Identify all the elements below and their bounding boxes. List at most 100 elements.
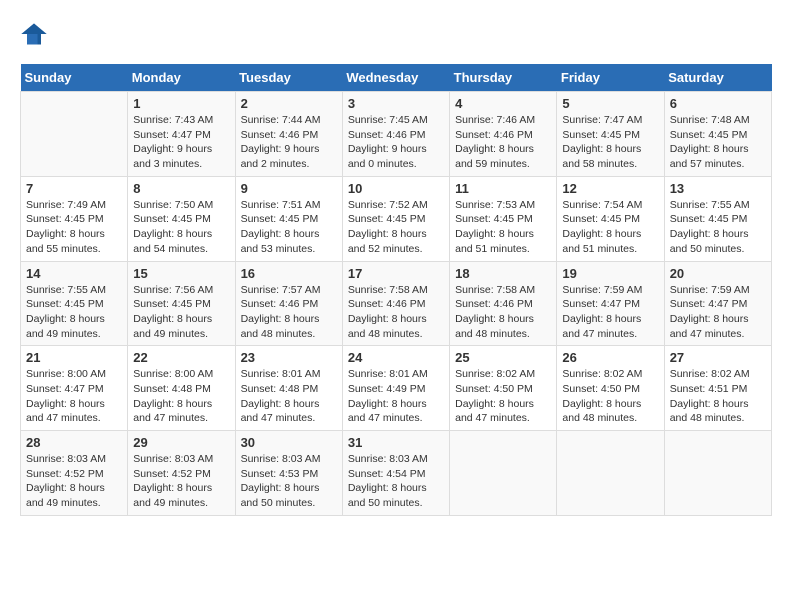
day-number: 10	[348, 181, 444, 196]
logo	[20, 20, 52, 48]
calendar-cell	[450, 431, 557, 516]
calendar-cell: 14Sunrise: 7:55 AM Sunset: 4:45 PM Dayli…	[21, 261, 128, 346]
day-number: 20	[670, 266, 766, 281]
calendar-cell: 10 Sunrise: 7:52 AM Sunset: 4:45 PM Dayli…	[342, 176, 449, 261]
calendar-cell: 25 Sunrise: 8:02 AM Sunset: 4:50 PM Dayli…	[450, 346, 557, 431]
calendar-cell: 4 Sunrise: 7:46 AM Sunset: 4:46 PM Daylig…	[450, 92, 557, 177]
day-number: 18	[455, 266, 551, 281]
day-info: Sunrise: 7:54 AM Sunset: 4:45 PM Dayligh…	[562, 198, 658, 257]
day-info: Sunrise: 7:59 AM Sunset: 4:47 PM Dayligh…	[562, 283, 658, 342]
calendar-cell: 28Sunrise: 8:03 AM Sunset: 4:52 PM Dayli…	[21, 431, 128, 516]
day-number: 6	[670, 96, 766, 111]
day-number: 26	[562, 350, 658, 365]
calendar-cell: 12 Sunrise: 7:54 AM Sunset: 4:45 PM Dayli…	[557, 176, 664, 261]
day-info: Sunrise: 7:56 AM Sunset: 4:45 PM Dayligh…	[133, 283, 229, 342]
day-info: Sunrise: 8:02 AM Sunset: 4:51 PM Dayligh…	[670, 367, 766, 426]
header-cell-thursday: Thursday	[450, 64, 557, 92]
day-info: Sunrise: 7:51 AM Sunset: 4:45 PM Dayligh…	[241, 198, 337, 257]
day-info: Sunrise: 8:00 AM Sunset: 4:48 PM Dayligh…	[133, 367, 229, 426]
day-number: 29	[133, 435, 229, 450]
day-info: Sunrise: 7:55 AM Sunset: 4:45 PM Dayligh…	[670, 198, 766, 257]
header-cell-monday: Monday	[128, 64, 235, 92]
calendar-cell: 26 Sunrise: 8:02 AM Sunset: 4:50 PM Dayli…	[557, 346, 664, 431]
header-cell-sunday: Sunday	[21, 64, 128, 92]
calendar-cell: 3 Sunrise: 7:45 AM Sunset: 4:46 PM Daylig…	[342, 92, 449, 177]
day-number: 7	[26, 181, 122, 196]
day-number: 4	[455, 96, 551, 111]
header-cell-saturday: Saturday	[664, 64, 771, 92]
calendar-cell: 6 Sunrise: 7:48 AM Sunset: 4:45 PM Daylig…	[664, 92, 771, 177]
day-info: Sunrise: 7:46 AM Sunset: 4:46 PM Dayligh…	[455, 113, 551, 172]
calendar-cell: 31 Sunrise: 8:03 AM Sunset: 4:54 PM Dayli…	[342, 431, 449, 516]
calendar-week-4: 21 Sunrise: 8:00 AM Sunset: 4:47 PM Dayli…	[21, 346, 772, 431]
calendar-cell: 15 Sunrise: 7:56 AM Sunset: 4:45 PM Dayli…	[128, 261, 235, 346]
calendar-cell: 30Sunrise: 8:03 AM Sunset: 4:53 PM Dayli…	[235, 431, 342, 516]
header-cell-tuesday: Tuesday	[235, 64, 342, 92]
calendar-cell: 27 Sunrise: 8:02 AM Sunset: 4:51 PM Dayli…	[664, 346, 771, 431]
day-number: 11	[455, 181, 551, 196]
day-number: 8	[133, 181, 229, 196]
calendar-cell: 5Sunrise: 7:47 AM Sunset: 4:45 PM Daylig…	[557, 92, 664, 177]
header-cell-friday: Friday	[557, 64, 664, 92]
calendar-cell: 19 Sunrise: 7:59 AM Sunset: 4:47 PM Dayli…	[557, 261, 664, 346]
day-info: Sunrise: 8:02 AM Sunset: 4:50 PM Dayligh…	[562, 367, 658, 426]
calendar-cell	[664, 431, 771, 516]
calendar-cell: 13 Sunrise: 7:55 AM Sunset: 4:45 PM Dayli…	[664, 176, 771, 261]
calendar-cell: 23 Sunrise: 8:01 AM Sunset: 4:48 PM Dayli…	[235, 346, 342, 431]
day-number: 27	[670, 350, 766, 365]
calendar-table: SundayMondayTuesdayWednesdayThursdayFrid…	[20, 64, 772, 516]
day-number: 15	[133, 266, 229, 281]
day-info: Sunrise: 8:02 AM Sunset: 4:50 PM Dayligh…	[455, 367, 551, 426]
day-info: Sunrise: 8:00 AM Sunset: 4:47 PM Dayligh…	[26, 367, 122, 426]
day-info: Sunrise: 7:48 AM Sunset: 4:45 PM Dayligh…	[670, 113, 766, 172]
day-number: 21	[26, 350, 122, 365]
day-number: 17	[348, 266, 444, 281]
day-number: 14	[26, 266, 122, 281]
day-info: Sunrise: 7:58 AM Sunset: 4:46 PM Dayligh…	[455, 283, 551, 342]
calendar-cell: 20 Sunrise: 7:59 AM Sunset: 4:47 PM Dayli…	[664, 261, 771, 346]
day-info: Sunrise: 7:57 AM Sunset: 4:46 PM Dayligh…	[241, 283, 337, 342]
day-number: 23	[241, 350, 337, 365]
day-info: Sunrise: 7:49 AM Sunset: 4:45 PM Dayligh…	[26, 198, 122, 257]
day-number: 25	[455, 350, 551, 365]
calendar-week-2: 7 Sunrise: 7:49 AM Sunset: 4:45 PM Daylig…	[21, 176, 772, 261]
day-number: 12	[562, 181, 658, 196]
calendar-cell: 11 Sunrise: 7:53 AM Sunset: 4:45 PM Dayli…	[450, 176, 557, 261]
day-info: Sunrise: 7:43 AM Sunset: 4:47 PM Dayligh…	[133, 113, 229, 172]
calendar-cell: 21 Sunrise: 8:00 AM Sunset: 4:47 PM Dayli…	[21, 346, 128, 431]
day-number: 24	[348, 350, 444, 365]
day-number: 19	[562, 266, 658, 281]
calendar-cell: 7 Sunrise: 7:49 AM Sunset: 4:45 PM Daylig…	[21, 176, 128, 261]
calendar-cell: 17 Sunrise: 7:58 AM Sunset: 4:46 PM Dayli…	[342, 261, 449, 346]
calendar-cell: 8 Sunrise: 7:50 AM Sunset: 4:45 PM Daylig…	[128, 176, 235, 261]
day-info: Sunrise: 8:01 AM Sunset: 4:49 PM Dayligh…	[348, 367, 444, 426]
day-info: Sunrise: 7:50 AM Sunset: 4:45 PM Dayligh…	[133, 198, 229, 257]
day-info: Sunrise: 8:03 AM Sunset: 4:54 PM Dayligh…	[348, 452, 444, 511]
calendar-cell	[557, 431, 664, 516]
day-info: Sunrise: 7:58 AM Sunset: 4:46 PM Dayligh…	[348, 283, 444, 342]
day-number: 13	[670, 181, 766, 196]
calendar-cell: 1 Sunrise: 7:43 AM Sunset: 4:47 PM Daylig…	[128, 92, 235, 177]
logo-icon	[20, 20, 48, 48]
header-cell-wednesday: Wednesday	[342, 64, 449, 92]
day-info: Sunrise: 7:53 AM Sunset: 4:45 PM Dayligh…	[455, 198, 551, 257]
day-info: Sunrise: 7:44 AM Sunset: 4:46 PM Dayligh…	[241, 113, 337, 172]
day-number: 3	[348, 96, 444, 111]
calendar-cell	[21, 92, 128, 177]
day-info: Sunrise: 7:45 AM Sunset: 4:46 PM Dayligh…	[348, 113, 444, 172]
calendar-cell: 24 Sunrise: 8:01 AM Sunset: 4:49 PM Dayli…	[342, 346, 449, 431]
day-number: 31	[348, 435, 444, 450]
calendar-cell: 18 Sunrise: 7:58 AM Sunset: 4:46 PM Dayli…	[450, 261, 557, 346]
day-info: Sunrise: 7:59 AM Sunset: 4:47 PM Dayligh…	[670, 283, 766, 342]
day-number: 1	[133, 96, 229, 111]
calendar-week-1: 1 Sunrise: 7:43 AM Sunset: 4:47 PM Daylig…	[21, 92, 772, 177]
page-header	[20, 20, 772, 48]
day-info: Sunrise: 7:52 AM Sunset: 4:45 PM Dayligh…	[348, 198, 444, 257]
day-number: 5	[562, 96, 658, 111]
day-info: Sunrise: 8:03 AM Sunset: 4:52 PM Dayligh…	[133, 452, 229, 511]
day-info: Sunrise: 8:01 AM Sunset: 4:48 PM Dayligh…	[241, 367, 337, 426]
calendar-week-3: 14Sunrise: 7:55 AM Sunset: 4:45 PM Dayli…	[21, 261, 772, 346]
calendar-cell: 16Sunrise: 7:57 AM Sunset: 4:46 PM Dayli…	[235, 261, 342, 346]
day-number: 28	[26, 435, 122, 450]
calendar-cell: 9Sunrise: 7:51 AM Sunset: 4:45 PM Daylig…	[235, 176, 342, 261]
